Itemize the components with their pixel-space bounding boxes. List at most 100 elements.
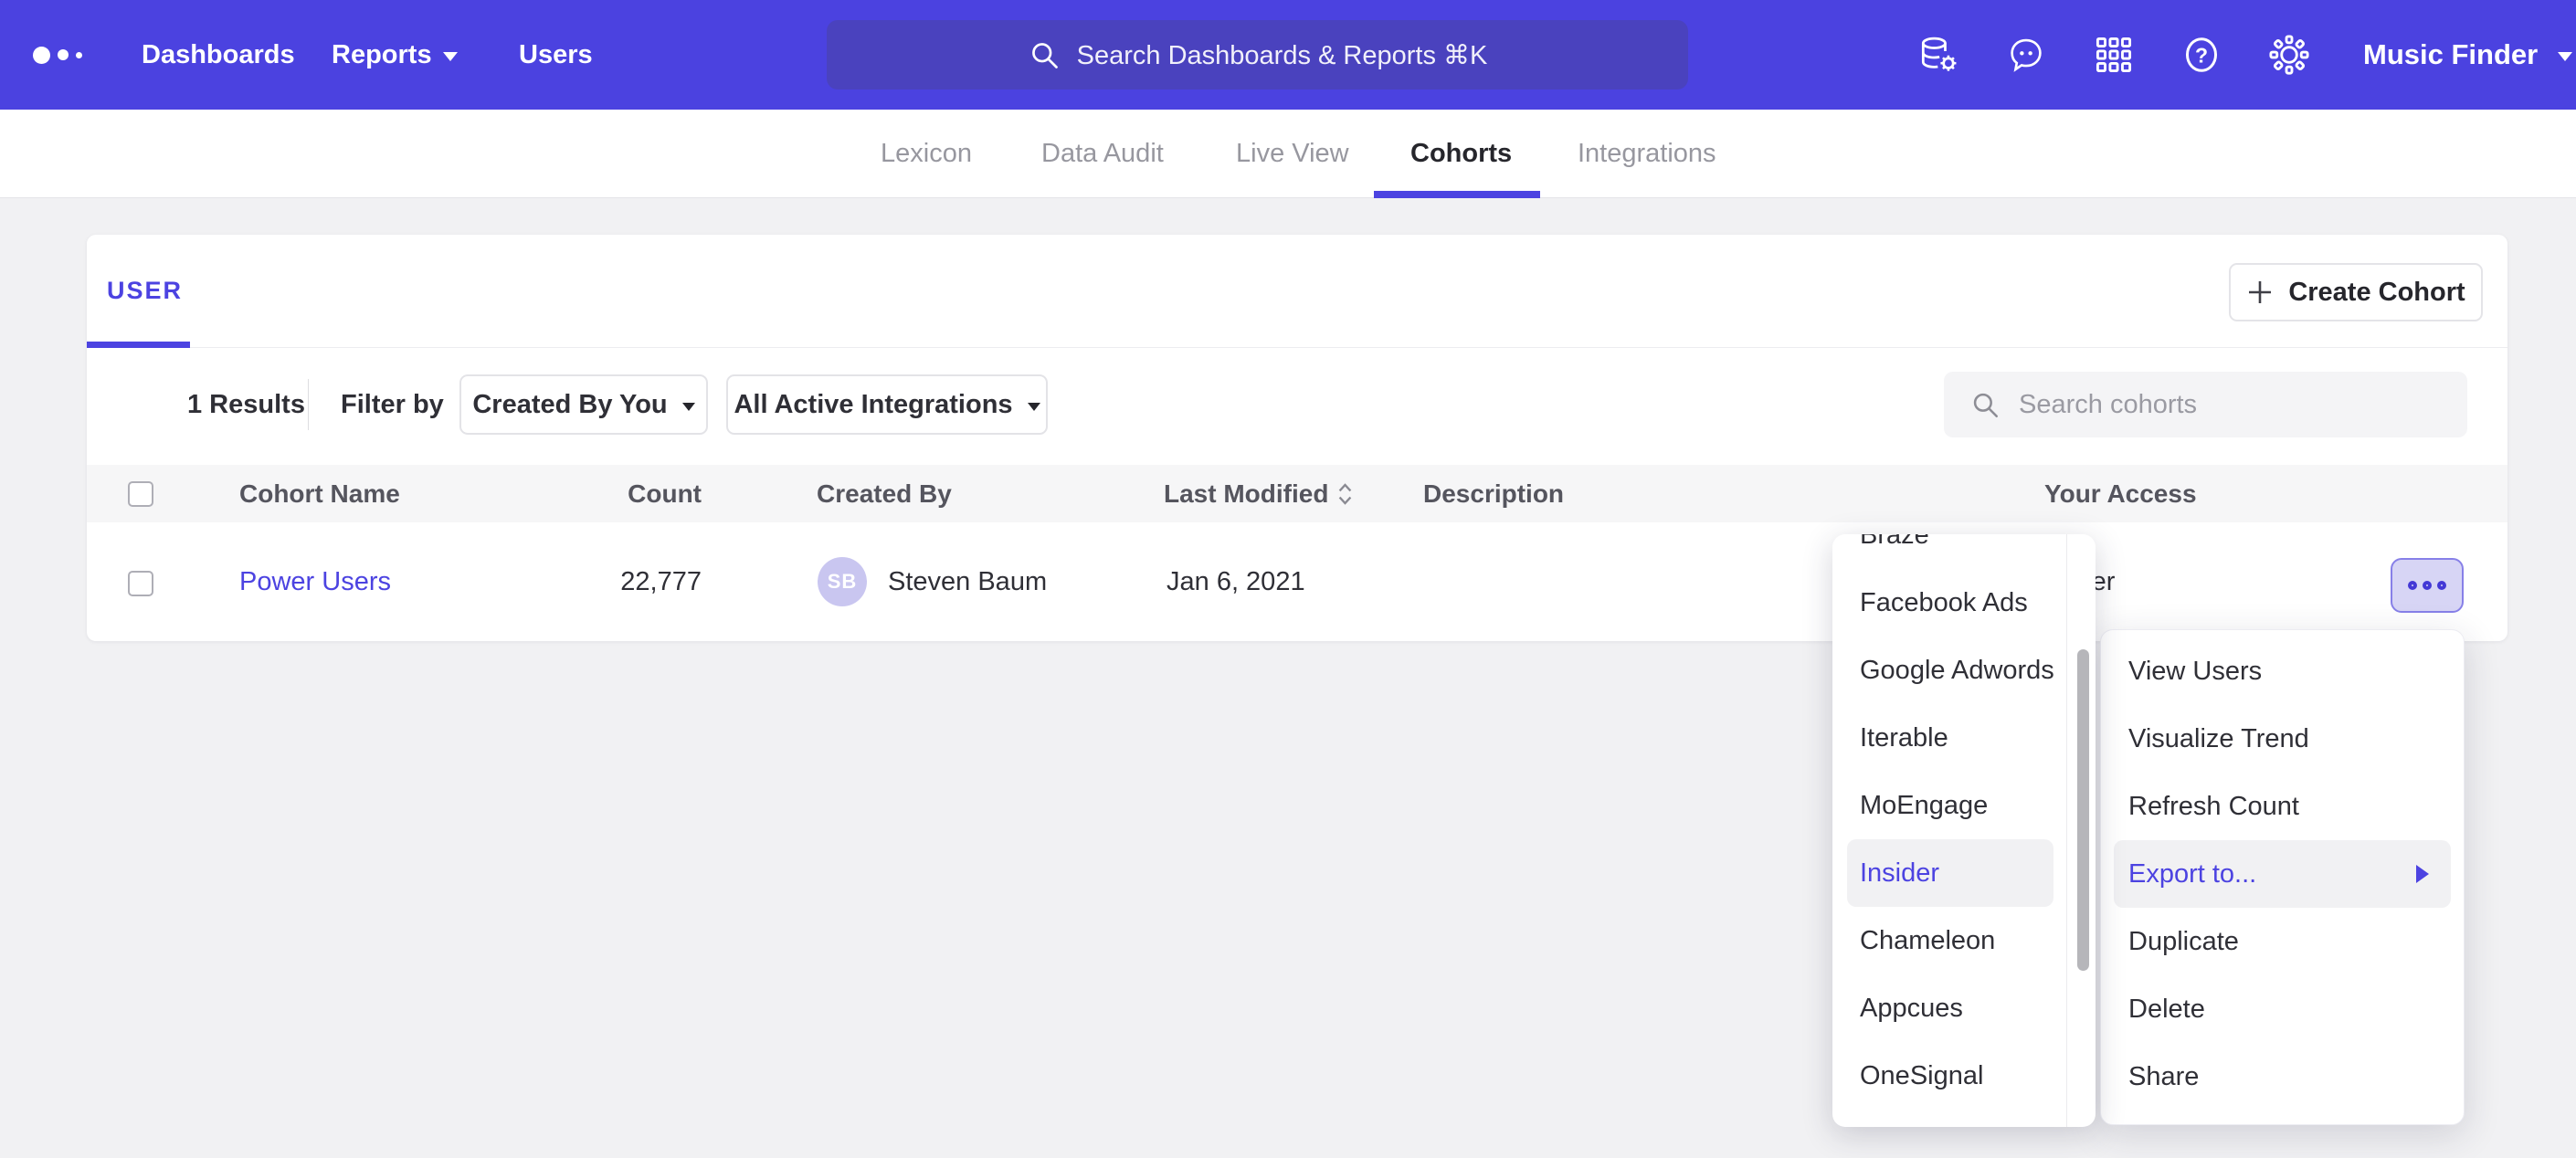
row-actions-button[interactable] [2391, 558, 2464, 613]
feedback-bubble-icon [2006, 35, 2046, 75]
nav-dashboards[interactable]: Dashboards [142, 0, 295, 110]
nav-reports-label: Reports [332, 40, 432, 70]
integrations-filter-dropdown[interactable]: All Active Integrations [726, 374, 1048, 435]
col-last-modified-label: Last Modified [1164, 479, 1328, 509]
last-modified-cell: Jan 6, 2021 [1167, 522, 1305, 641]
integrations-filter-value: All Active Integrations [734, 390, 1012, 420]
plus-icon [2246, 279, 2274, 306]
created-by-filter-value: Created By You [472, 390, 667, 420]
data-management-button[interactable] [1915, 0, 1962, 110]
nav-users[interactable]: Users [519, 0, 593, 110]
menu-item-moengage[interactable]: MoEngage [1832, 772, 2096, 839]
search-icon [1028, 38, 1061, 71]
divider [308, 379, 309, 430]
nav-reports[interactable]: Reports [332, 0, 458, 110]
apps-button[interactable] [2090, 0, 2138, 110]
cohorts-panel: USER Create Cohort 1 Results Filter by C… [87, 235, 2507, 641]
tab-data-audit[interactable]: Data Audit [1041, 110, 1164, 197]
menu-item-share[interactable]: Share [2101, 1043, 2464, 1111]
mixpanel-logo-icon[interactable] [33, 0, 82, 110]
gear-icon [2268, 34, 2310, 76]
row-actions-menu: View Users Visualize Trend Refresh Count… [2100, 629, 2465, 1125]
menu-item-braze[interactable]: Braze [1832, 534, 2096, 569]
divider [87, 347, 2507, 348]
col-description: Description [1423, 465, 1564, 522]
created-by-name: Steven Baum [888, 567, 1047, 597]
search-icon [1969, 389, 2001, 420]
menu-item-visualize-trend[interactable]: Visualize Trend [2101, 705, 2464, 773]
cohort-search-box [1944, 372, 2467, 437]
tab-live-view-label: Live View [1236, 139, 1349, 169]
col-created-by: Created By [817, 465, 952, 522]
menu-item-insider[interactable]: Insider [1847, 839, 2053, 907]
tab-live-view[interactable]: Live View [1236, 110, 1349, 197]
menu-item-onesignal[interactable]: OneSignal [1832, 1042, 2096, 1110]
created-by-cell: SB Steven Baum [818, 522, 1047, 641]
created-by-filter-dropdown[interactable]: Created By You [459, 374, 708, 435]
menu-item-view-users[interactable]: View Users [2101, 637, 2464, 705]
col-your-access: Your Access [2044, 465, 2197, 522]
export-to-label: Export to... [2128, 859, 2256, 890]
tab-data-audit-label: Data Audit [1041, 139, 1164, 169]
top-navbar: Dashboards Reports Users Search Dashboar… [0, 0, 2576, 110]
help-button[interactable]: ? [2178, 0, 2225, 110]
ellipsis-icon [2408, 581, 2417, 590]
settings-button[interactable] [2265, 0, 2313, 110]
create-cohort-button[interactable]: Create Cohort [2229, 263, 2483, 321]
tab-user-label: USER [107, 277, 183, 305]
user-tab-indicator [87, 342, 190, 348]
menu-item-chameleon[interactable]: Chameleon [1832, 907, 2096, 974]
project-selector[interactable]: Music Finder [2363, 0, 2572, 110]
tab-integrations-label: Integrations [1578, 139, 1716, 169]
col-last-modified[interactable]: Last Modified [1164, 465, 1353, 522]
project-name: Music Finder [2363, 38, 2538, 71]
chevron-down-icon [682, 403, 695, 411]
results-count: 1 Results [187, 374, 305, 435]
chevron-down-icon [443, 52, 458, 61]
avatar: SB [818, 557, 867, 606]
active-tab-indicator [1374, 191, 1540, 198]
section-tabbar: Lexicon Data Audit Live View Cohorts Int… [0, 110, 2576, 198]
tab-user-cohorts[interactable]: USER [107, 235, 183, 347]
feedback-button[interactable] [2002, 0, 2050, 110]
nav-dashboards-label: Dashboards [142, 40, 295, 70]
menu-item-facebook-ads[interactable]: Facebook Ads [1832, 569, 2096, 637]
database-gear-icon [1917, 34, 1959, 76]
tab-cohorts-label: Cohorts [1410, 139, 1512, 169]
tab-lexicon[interactable]: Lexicon [881, 110, 972, 197]
row-checkbox[interactable] [128, 571, 153, 596]
scrollbar-track [2066, 534, 2067, 1127]
menu-item-delete[interactable]: Delete [2101, 975, 2464, 1043]
menu-item-duplicate[interactable]: Duplicate [2101, 908, 2464, 975]
menu-item-google-adwords[interactable]: Google Adwords [1832, 637, 2096, 704]
sort-icon [1337, 482, 1353, 506]
select-all-checkbox[interactable] [128, 481, 153, 507]
scrollbar-thumb[interactable] [2077, 649, 2089, 971]
tab-cohorts[interactable]: Cohorts [1410, 110, 1512, 197]
export-destinations-list: Braze Facebook Ads Google Adwords Iterab… [1832, 534, 2096, 1119]
menu-item-refresh-count[interactable]: Refresh Count [2101, 773, 2464, 840]
nav-users-label: Users [519, 40, 593, 70]
menu-item-export-to[interactable]: Export to... [2114, 840, 2451, 908]
global-search-placeholder: Search Dashboards & Reports ⌘K [1077, 39, 1488, 71]
submenu-arrow-icon [2416, 865, 2429, 883]
ellipsis-icon [2423, 581, 2432, 590]
cohort-count: 22,777 [544, 522, 702, 641]
cohort-search-input[interactable] [2019, 390, 2421, 420]
chevron-down-icon [1028, 403, 1040, 411]
chevron-down-icon [2558, 52, 2572, 61]
svg-text:?: ? [2195, 44, 2208, 68]
global-search-bar[interactable]: Search Dashboards & Reports ⌘K [827, 20, 1688, 89]
apps-grid-icon [2094, 35, 2134, 75]
col-count: Count [544, 465, 702, 522]
ellipsis-icon [2437, 581, 2446, 590]
menu-item-appcues[interactable]: Appcues [1832, 974, 2096, 1042]
cohort-name-link[interactable]: Power Users [239, 522, 391, 641]
tab-integrations[interactable]: Integrations [1578, 110, 1716, 197]
create-cohort-label: Create Cohort [2288, 278, 2465, 308]
export-destinations-menu: Braze Facebook Ads Google Adwords Iterab… [1832, 534, 2096, 1127]
help-icon: ? [2180, 34, 2222, 76]
col-cohort-name: Cohort Name [239, 465, 400, 522]
menu-item-iterable[interactable]: Iterable [1832, 704, 2096, 772]
tab-lexicon-label: Lexicon [881, 139, 972, 169]
